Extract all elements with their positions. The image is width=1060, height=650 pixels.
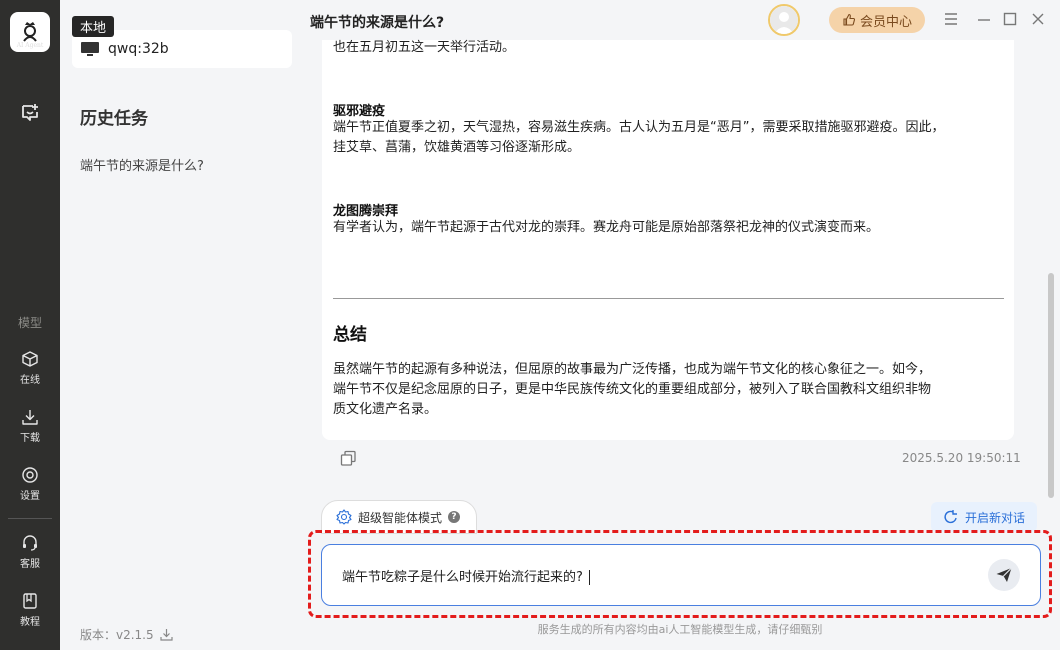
- section-line: 有学者认为，端午节起源于古代对龙的崇拜。赛龙舟可能是原始部落祭祀龙神的仪式演变而…: [333, 220, 880, 235]
- vip-center-button[interactable]: 会员中心: [829, 7, 925, 33]
- logo-caption: AI Agent: [16, 42, 44, 49]
- section-divider: [333, 298, 1004, 299]
- ai-disclaimer: 服务生成的所有内容均由ai人工智能模型生成，请仔细甄别: [537, 623, 823, 636]
- answer-lead-line: 也在五月初五这一天举行活动。: [333, 40, 516, 55]
- super-agent-mode-toggle[interactable]: 超级智能体模式 ?: [321, 500, 477, 534]
- version-info[interactable]: 版本：v2.1.5: [80, 626, 173, 643]
- rail-item-label: 在线: [20, 375, 40, 386]
- rail-item-online[interactable]: 在线: [0, 350, 60, 386]
- download-icon: [22, 410, 38, 425]
- download-icon: [160, 629, 173, 641]
- copy-icon[interactable]: [340, 450, 357, 467]
- section-heading: 驱邪避疫: [333, 104, 386, 119]
- new-chat-button[interactable]: 开启新对话: [931, 502, 1037, 532]
- help-icon[interactable]: ?: [448, 511, 461, 523]
- rail-item-label: 客服: [20, 559, 40, 570]
- title-bar: 端午节的来源是什么? 会员中心: [300, 0, 1060, 40]
- send-button[interactable]: [988, 559, 1020, 591]
- user-avatar-icon: [770, 6, 798, 34]
- rail-item-settings[interactable]: 设置: [0, 466, 60, 502]
- rail-item-download[interactable]: 下载: [0, 408, 60, 444]
- cube-icon: [22, 351, 38, 367]
- conversation-title: 端午节的来源是什么?: [310, 15, 445, 31]
- headset-icon: [23, 535, 37, 551]
- book-icon: [23, 593, 37, 609]
- rail-item-label: 教程: [20, 617, 40, 628]
- version-label: 版本：v2.1.5: [80, 628, 154, 642]
- monitor-icon: [81, 42, 99, 56]
- chat-plus-icon: [22, 104, 38, 121]
- summary-line: 端午节不仅是纪念屈原的日子，更是中华民族传统文化的重要组成部分，被列入了联合国教…: [333, 382, 932, 397]
- summary-heading: 总结: [333, 325, 367, 345]
- rail-divider: [8, 518, 52, 519]
- section-heading: 龙图腾崇拜: [333, 204, 399, 219]
- summary-line: 虽然端午节的起源有多种说法，但屈原的故事最为广泛传播，也成为端午节文化的核心象征…: [333, 362, 932, 377]
- minimize-icon[interactable]: [976, 11, 992, 27]
- model-name: qwq:32b: [108, 41, 169, 57]
- message-input-value[interactable]: 端午节吃粽子是什么时候开始流行起来的?: [342, 566, 590, 585]
- scrollbar-thumb[interactable]: [1048, 273, 1054, 498]
- history-sidebar: [60, 0, 300, 650]
- new-task-button[interactable]: [0, 102, 60, 127]
- agent-gear-icon: [336, 509, 352, 525]
- rail-item-tutorial[interactable]: 教程: [0, 592, 60, 628]
- avatar[interactable]: [768, 4, 800, 36]
- answer-timestamp: 2025.5.20 19:50:11: [902, 451, 1021, 465]
- mode-label: 超级智能体模式: [358, 510, 443, 525]
- close-icon[interactable]: [1030, 11, 1046, 27]
- new-chat-icon: [944, 510, 957, 524]
- history-title: 历史任务: [80, 109, 148, 129]
- model-section-label: 模型: [17, 316, 42, 330]
- rail-item-support[interactable]: 客服: [0, 534, 60, 570]
- section-line: 端午节正值夏季之初，天气湿热，容易滋生疾病。古人认为五月是“恶月”，需要采取措施…: [333, 120, 945, 135]
- local-tag: 本地: [72, 16, 115, 37]
- maximize-icon[interactable]: [1002, 11, 1018, 27]
- gear-icon: [22, 467, 38, 483]
- input-text: 端午节吃粽子是什么时候开始流行起来的?: [342, 570, 583, 585]
- rail-item-label: 下载: [20, 433, 40, 444]
- send-icon: [996, 567, 1012, 582]
- history-item[interactable]: 端午节的来源是什么?: [80, 155, 204, 174]
- rail-item-label: 设置: [20, 491, 40, 502]
- vip-label: 会员中心: [859, 14, 912, 30]
- text-caret: [588, 570, 590, 585]
- thumbs-up-icon: [843, 13, 856, 26]
- menu-icon[interactable]: [943, 11, 959, 27]
- new-chat-label: 开启新对话: [964, 510, 1025, 525]
- left-rail: AI Agent 模型 在线 下载 设置 客服 教程: [0, 0, 60, 650]
- section-line: 挂艾草、菖蒲，饮雄黄酒等习俗逐渐形成。: [333, 140, 581, 155]
- summary-line: 质文化遗产名录。: [333, 402, 438, 417]
